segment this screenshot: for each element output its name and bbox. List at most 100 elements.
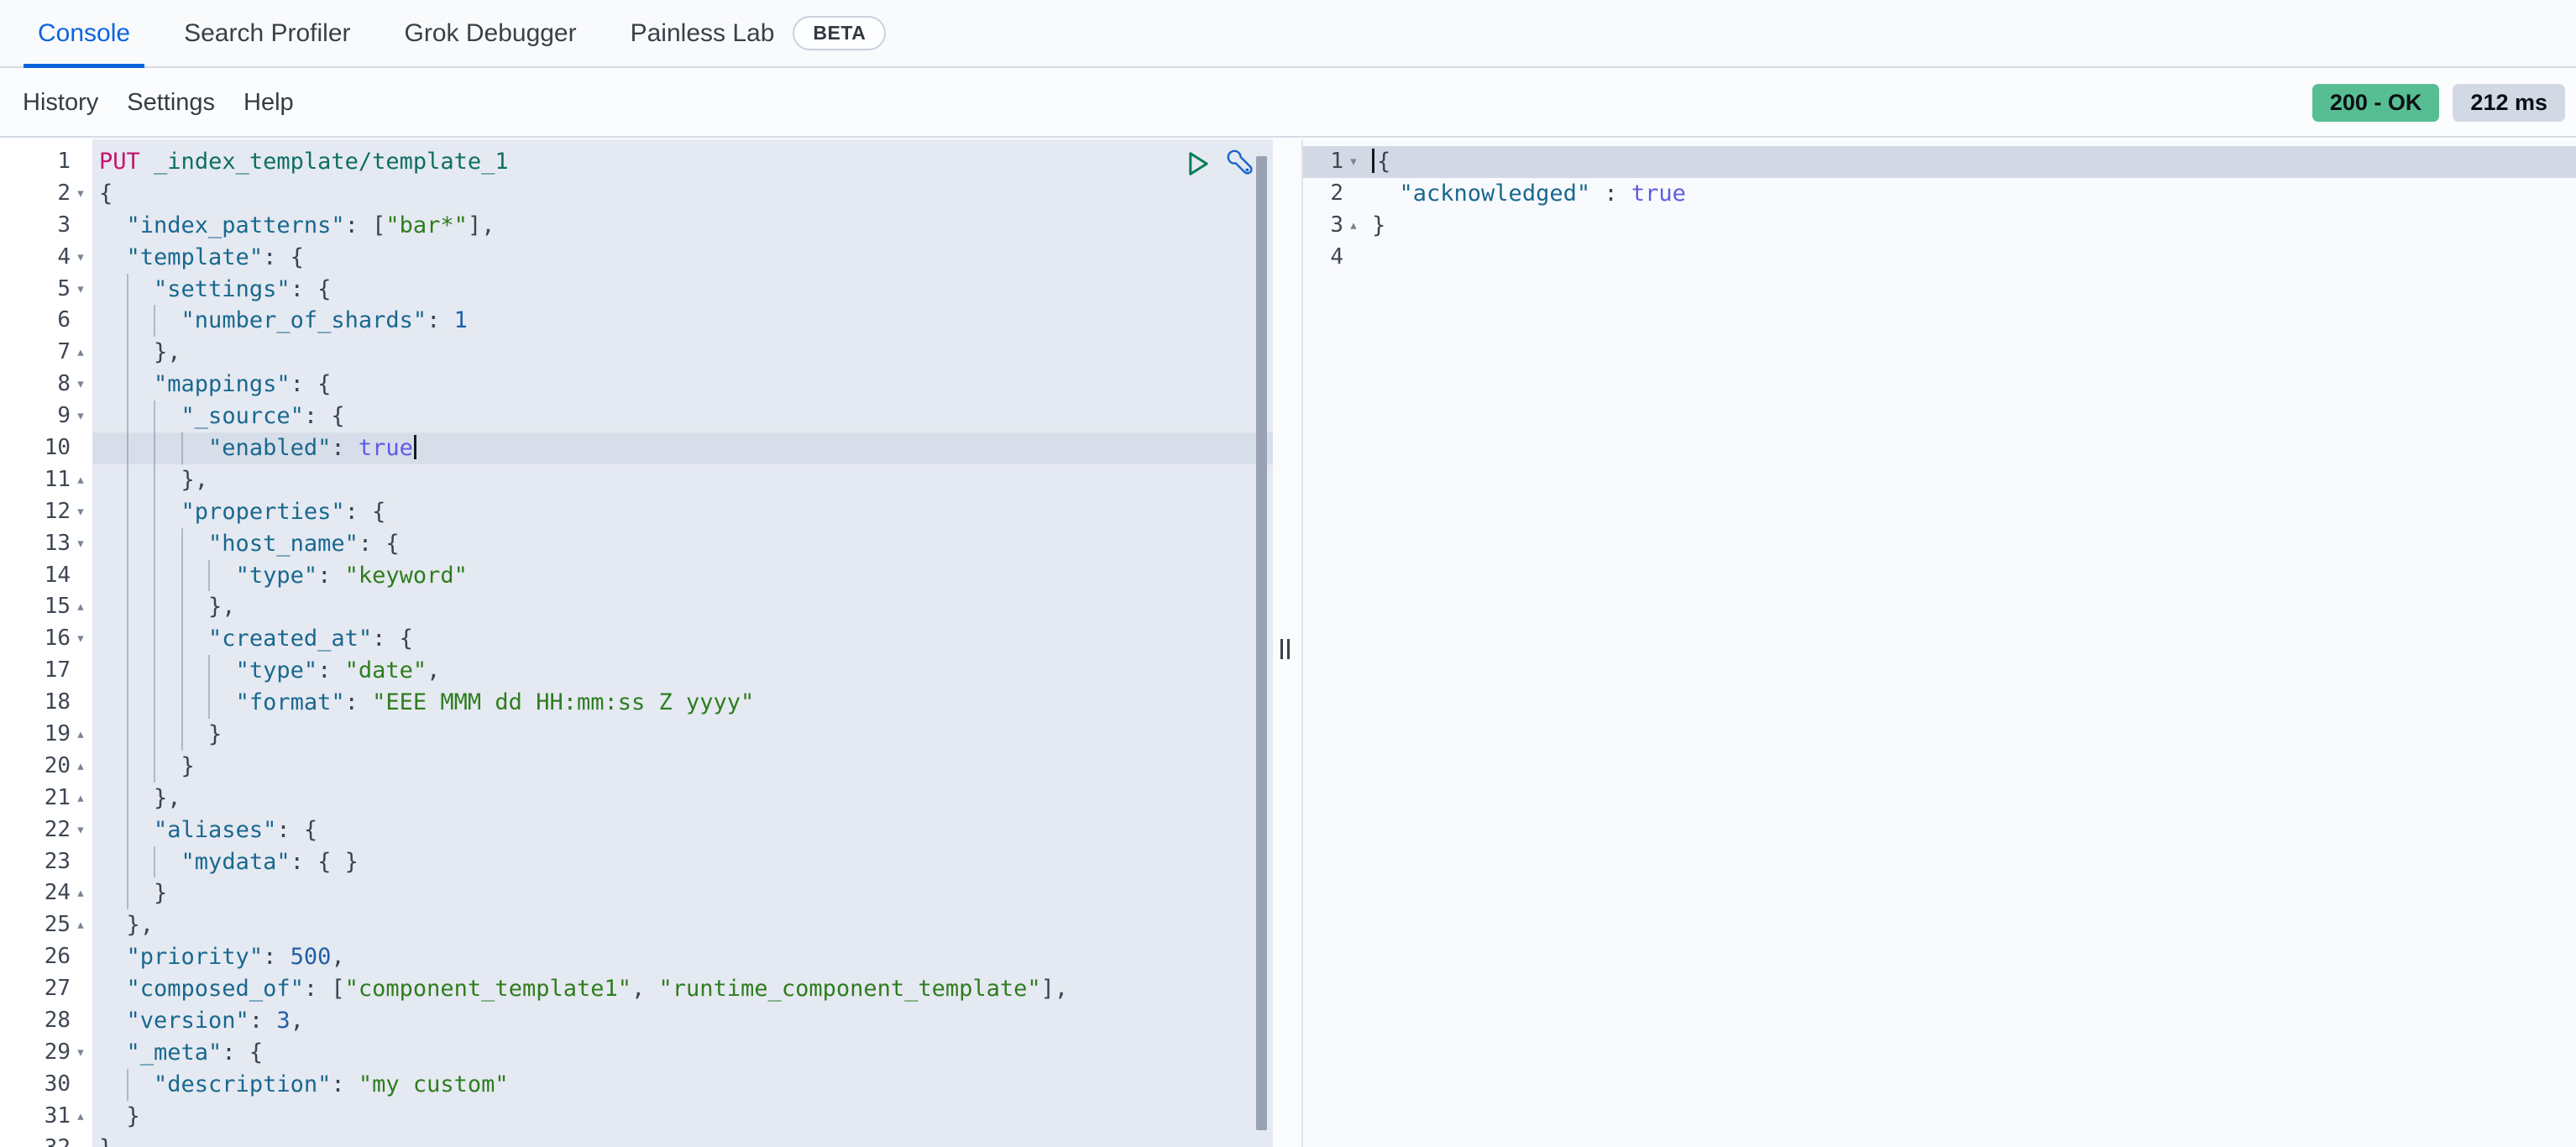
response-line-3[interactable]: 3▴}: [1303, 210, 2576, 242]
request-line-6[interactable]: 6 "number_of_shards": 1: [0, 305, 1273, 337]
status-code-badge: 200 - OK: [2312, 84, 2440, 122]
line-number: 22: [0, 814, 71, 846]
editor-vertical-scrollbar[interactable]: [1256, 156, 1267, 1130]
fold-open-icon[interactable]: ▾: [71, 496, 91, 528]
fold-spacer: [71, 305, 91, 337]
fold-close-icon[interactable]: ▴: [71, 909, 91, 941]
request-line-28[interactable]: 28 "version": 3,: [0, 1005, 1273, 1037]
request-line-5[interactable]: 5▾ "settings": {: [0, 274, 1273, 306]
code-text: "properties": {: [92, 496, 1273, 528]
fold-open-icon[interactable]: ▾: [71, 369, 91, 401]
fold-spacer: [71, 1005, 91, 1037]
request-line-21[interactable]: 21▴ },: [0, 783, 1273, 814]
request-line-15[interactable]: 15▴ },: [0, 591, 1273, 623]
request-line-26[interactable]: 26 "priority": 500,: [0, 941, 1273, 973]
request-line-7[interactable]: 7▴ },: [0, 337, 1273, 369]
code-text: "type": "date",: [92, 655, 1273, 687]
request-line-22[interactable]: 22▾ "aliases": {: [0, 814, 1273, 846]
fold-spacer: [71, 941, 91, 973]
fold-open-icon[interactable]: ▾: [71, 178, 91, 210]
line-number: 18: [0, 687, 71, 719]
menu-item-help[interactable]: Help: [243, 89, 294, 117]
code-text: "mydata": { }: [92, 846, 1273, 878]
fold-open-icon[interactable]: ▾: [71, 401, 91, 432]
line-number: 27: [0, 973, 71, 1005]
line-number: 17: [0, 655, 71, 687]
request-line-25[interactable]: 25▴ },: [0, 909, 1273, 941]
request-line-16[interactable]: 16▾ "created_at": {: [0, 623, 1273, 655]
request-line-20[interactable]: 20▴ }: [0, 751, 1273, 783]
fold-open-icon[interactable]: ▾: [71, 528, 91, 560]
menu-item-settings[interactable]: Settings: [127, 89, 215, 117]
request-line-31[interactable]: 31▴ }: [0, 1101, 1273, 1133]
request-options-wrench-icon[interactable]: [1225, 148, 1257, 184]
fold-open-icon[interactable]: ▾: [71, 1037, 91, 1069]
request-line-18[interactable]: 18 "format": "EEE MMM dd HH:mm:ss Z yyyy…: [0, 687, 1273, 719]
code-text: "number_of_shards": 1: [92, 305, 1273, 337]
response-line-4[interactable]: 4: [1303, 242, 2576, 274]
request-status: 200 - OK 212 ms: [2312, 70, 2565, 136]
request-line-27[interactable]: 27 "composed_of": ["component_template1"…: [0, 973, 1273, 1005]
code-text: },: [92, 591, 1273, 623]
request-line-17[interactable]: 17 "type": "date",: [0, 655, 1273, 687]
fold-close-icon[interactable]: ▴: [1343, 210, 1364, 242]
tab-painless-lab[interactable]: Painless LabBETA: [616, 0, 901, 66]
request-actions: [1186, 148, 1257, 184]
fold-open-icon[interactable]: ▾: [71, 242, 91, 274]
request-line-4[interactable]: 4▾ "template": {: [0, 242, 1273, 274]
code-text: "template": {: [92, 242, 1273, 274]
code-text: "aliases": {: [92, 814, 1273, 846]
request-line-9[interactable]: 9▾ "_source": {: [0, 401, 1273, 432]
request-editor[interactable]: 1PUT _index_template/template_12▾{3 "ind…: [0, 139, 1273, 1147]
code-text: "composed_of": ["component_template1", "…: [92, 973, 1273, 1005]
code-text: }: [92, 877, 1273, 909]
fold-open-icon[interactable]: ▾: [71, 274, 91, 306]
menu-item-history[interactable]: History: [23, 89, 98, 117]
fold-close-icon[interactable]: ▴: [71, 337, 91, 369]
fold-close-icon[interactable]: ▴: [71, 877, 91, 909]
fold-close-icon[interactable]: ▴: [71, 783, 91, 814]
line-number: 26: [0, 941, 71, 973]
tab-search-profiler[interactable]: Search Profiler: [170, 0, 364, 66]
line-number: 7: [0, 337, 71, 369]
fold-spacer: [1343, 178, 1364, 210]
line-number: 13: [0, 528, 71, 560]
pane-resizer-handle[interactable]: [1273, 139, 1303, 1147]
fold-close-icon[interactable]: ▴: [71, 1101, 91, 1133]
fold-close-icon[interactable]: ▴: [71, 464, 91, 496]
response-line-2[interactable]: 2 "acknowledged" : true: [1303, 178, 2576, 210]
code-text: "created_at": {: [92, 623, 1273, 655]
tab-grok-debugger[interactable]: Grok Debugger: [390, 0, 591, 66]
resizer-grip-icon: [1280, 639, 1290, 659]
response-line-1[interactable]: 1▾{: [1303, 146, 2576, 178]
response-viewer[interactable]: 1▾{2 "acknowledged" : true3▴}4: [1303, 139, 2576, 1147]
fold-open-icon[interactable]: ▾: [71, 814, 91, 846]
fold-close-icon[interactable]: ▴: [71, 591, 91, 623]
fold-close-icon[interactable]: ▴: [71, 719, 91, 751]
request-line-11[interactable]: 11▴ },: [0, 464, 1273, 496]
request-line-29[interactable]: 29▾ "_meta": {: [0, 1037, 1273, 1069]
tab-console[interactable]: Console: [24, 0, 144, 66]
request-line-2[interactable]: 2▾{: [0, 178, 1273, 210]
request-line-1[interactable]: 1PUT _index_template/template_1: [0, 146, 1273, 178]
request-line-24[interactable]: 24▴ }: [0, 877, 1273, 909]
request-line-14[interactable]: 14 "type": "keyword": [0, 560, 1273, 592]
request-line-32[interactable]: 32}: [0, 1133, 1273, 1147]
request-line-8[interactable]: 8▾ "mappings": {: [0, 369, 1273, 401]
fold-open-icon[interactable]: ▾: [1343, 146, 1364, 178]
request-line-13[interactable]: 13▾ "host_name": {: [0, 528, 1273, 560]
send-request-play-icon[interactable]: [1186, 149, 1212, 182]
request-line-3[interactable]: 3 "index_patterns": ["bar*"],: [0, 210, 1273, 242]
request-line-23[interactable]: 23 "mydata": { }: [0, 846, 1273, 878]
fold-close-icon[interactable]: ▴: [71, 751, 91, 783]
line-number: 8: [0, 369, 71, 401]
request-line-30[interactable]: 30 "description": "my custom": [0, 1069, 1273, 1101]
request-line-10[interactable]: 10 "enabled": true: [0, 432, 1273, 464]
fold-open-icon[interactable]: ▾: [71, 623, 91, 655]
line-number: 4: [1303, 242, 1343, 274]
line-number: 2: [0, 178, 71, 210]
request-line-19[interactable]: 19▴ }: [0, 719, 1273, 751]
request-line-12[interactable]: 12▾ "properties": {: [0, 496, 1273, 528]
line-number: 14: [0, 560, 71, 592]
code-text: {: [92, 178, 1273, 210]
